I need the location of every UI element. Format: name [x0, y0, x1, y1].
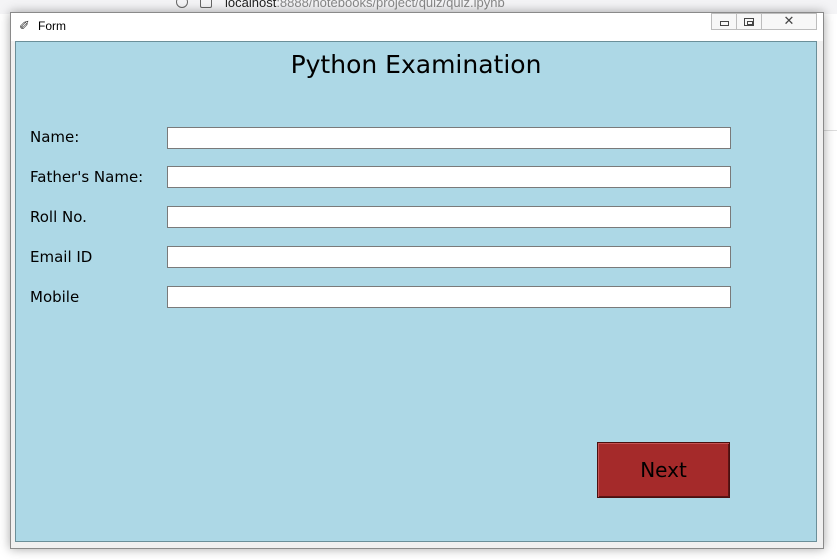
window-titlebar[interactable]: ✐ Form ✕	[11, 13, 823, 41]
shield-icon	[176, 0, 188, 8]
window-controls: ✕	[711, 13, 817, 30]
name-field[interactable]	[167, 127, 731, 149]
close-button[interactable]: ✕	[761, 13, 817, 30]
close-icon: ✕	[783, 14, 795, 29]
email-field[interactable]	[167, 246, 731, 268]
minimize-icon	[719, 21, 729, 26]
mobile-label: Mobile	[30, 288, 80, 306]
form-panel: Python Examination Name: Father's Name: …	[15, 41, 817, 542]
fathers-name-field[interactable]	[167, 166, 731, 188]
maximize-icon	[744, 17, 754, 26]
email-label: Email ID	[30, 248, 93, 266]
roll-no-field[interactable]	[167, 206, 731, 228]
next-button[interactable]: Next	[597, 442, 730, 498]
name-label: Name:	[30, 128, 80, 146]
minimize-button[interactable]	[711, 13, 737, 30]
feather-icon: ✐	[19, 19, 30, 34]
mobile-field[interactable]	[167, 286, 731, 308]
roll-no-label: Roll No.	[30, 208, 87, 226]
page-title: Python Examination	[290, 50, 542, 79]
fathers-name-label: Father's Name:	[30, 168, 144, 186]
window-title: Form	[38, 19, 66, 33]
maximize-button[interactable]	[736, 13, 762, 30]
page-icon	[200, 0, 212, 8]
browser-url: localhost:8888/notebooks/project/quiz/qu…	[225, 0, 505, 10]
form-window: ✐ Form ✕ Python Examination Name: Father…	[10, 12, 824, 549]
